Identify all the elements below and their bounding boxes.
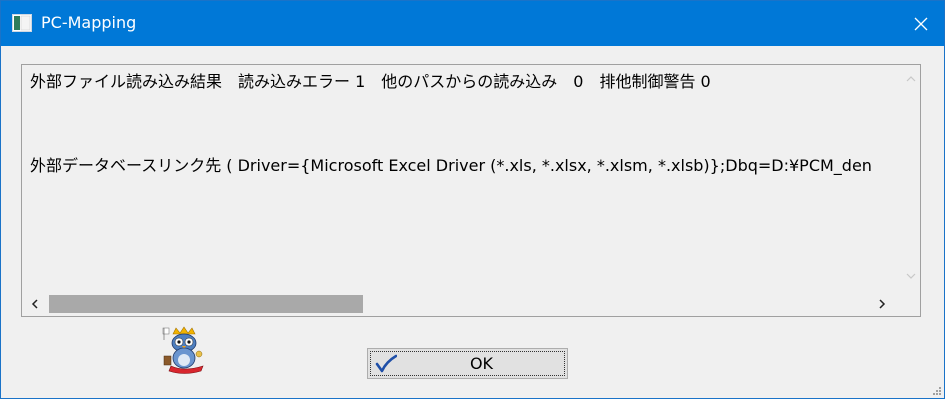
window-title: PC-Mapping <box>41 13 137 32</box>
resize-grip-icon[interactable] <box>932 386 942 396</box>
ok-button-label: OK <box>469 354 494 373</box>
result-line-summary: 外部ファイル読み込み結果 読み込みエラー 1 他のパスからの読み込み 0 排他制… <box>30 72 711 91</box>
scroll-up-icon[interactable] <box>906 75 916 83</box>
scroll-down-icon[interactable] <box>906 272 916 280</box>
scroll-corner <box>902 292 920 316</box>
title-bar[interactable]: PC-Mapping <box>1 1 944 46</box>
dialog-window: PC-Mapping 外部ファイル読み込み結果 読み込みエラー 1 他のパスから… <box>0 0 945 399</box>
ok-button[interactable]: OK <box>367 348 568 379</box>
owl-mascot-icon <box>162 326 204 374</box>
scroll-right-icon[interactable] <box>878 299 886 309</box>
result-textbox[interactable]: 外部ファイル読み込み結果 読み込みエラー 1 他のパスからの読み込み 0 排他制… <box>21 64 921 317</box>
close-button[interactable] <box>898 1 944 46</box>
vertical-scrollbar[interactable] <box>902 65 920 292</box>
window-icon <box>12 14 32 32</box>
close-icon <box>914 17 928 30</box>
scroll-left-icon[interactable] <box>31 299 39 309</box>
horizontal-scrollbar[interactable] <box>22 292 902 316</box>
horizontal-scroll-thumb[interactable] <box>49 295 363 313</box>
result-line-db-link: 外部データベースリンク先 ( Driver={Microsoft Excel D… <box>30 156 872 175</box>
